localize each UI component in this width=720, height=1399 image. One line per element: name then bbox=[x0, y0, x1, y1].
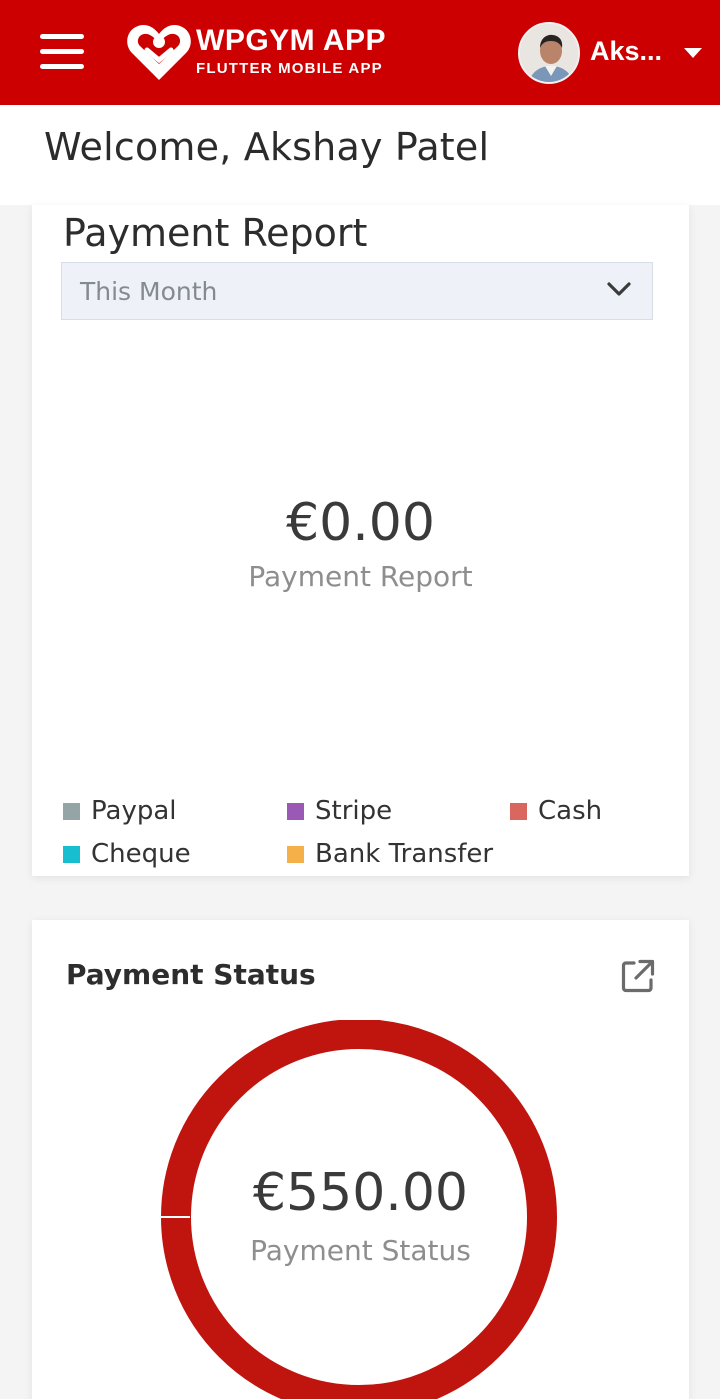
brand-title: WPGYM APP bbox=[196, 24, 387, 57]
payment-report-card: Payment Report This Month €0.00 Payment … bbox=[32, 205, 689, 876]
external-link-icon[interactable] bbox=[620, 958, 656, 994]
user-menu[interactable]: Aks... bbox=[518, 22, 708, 84]
period-select-value: This Month bbox=[80, 277, 218, 306]
legend-label: Paypal bbox=[91, 796, 177, 826]
user-name: Aks... bbox=[590, 36, 663, 66]
legend-swatch bbox=[63, 846, 80, 863]
avatar bbox=[518, 22, 580, 84]
payment-report-title: Payment Report bbox=[63, 211, 368, 255]
chevron-down-icon bbox=[607, 282, 631, 296]
legend-swatch bbox=[63, 803, 80, 820]
menu-icon[interactable] bbox=[40, 34, 84, 70]
payment-status-title: Payment Status bbox=[66, 958, 316, 991]
legend-swatch bbox=[287, 846, 304, 863]
period-select[interactable]: This Month bbox=[61, 262, 653, 320]
legend-label: Bank Transfer bbox=[315, 839, 494, 869]
app-header: WPGYM APP FLUTTER MOBILE APP Aks... bbox=[0, 0, 720, 105]
payment-report-amount: €0.00 bbox=[286, 493, 435, 553]
brand-logo[interactable]: WPGYM APP FLUTTER MOBILE APP bbox=[126, 20, 396, 84]
heart-logo-icon bbox=[127, 24, 191, 80]
legend-label: Cash bbox=[538, 796, 603, 826]
welcome-text: Welcome, Akshay Patel bbox=[44, 125, 490, 169]
legend-label: Cheque bbox=[91, 839, 191, 869]
brand-subtitle: FLUTTER MOBILE APP bbox=[196, 60, 383, 77]
welcome-bar: Welcome, Akshay Patel bbox=[0, 105, 720, 205]
caret-down-icon[interactable] bbox=[684, 48, 702, 58]
payment-status-caption: Payment Status bbox=[250, 1234, 471, 1267]
legend-swatch bbox=[510, 803, 527, 820]
payment-status-amount: €550.00 bbox=[252, 1163, 469, 1223]
payment-report-caption: Payment Report bbox=[248, 560, 473, 593]
payment-status-card: Payment Status €550.00 Payment Status bbox=[32, 920, 689, 1399]
legend-swatch bbox=[287, 803, 304, 820]
legend-label: Stripe bbox=[315, 796, 393, 826]
